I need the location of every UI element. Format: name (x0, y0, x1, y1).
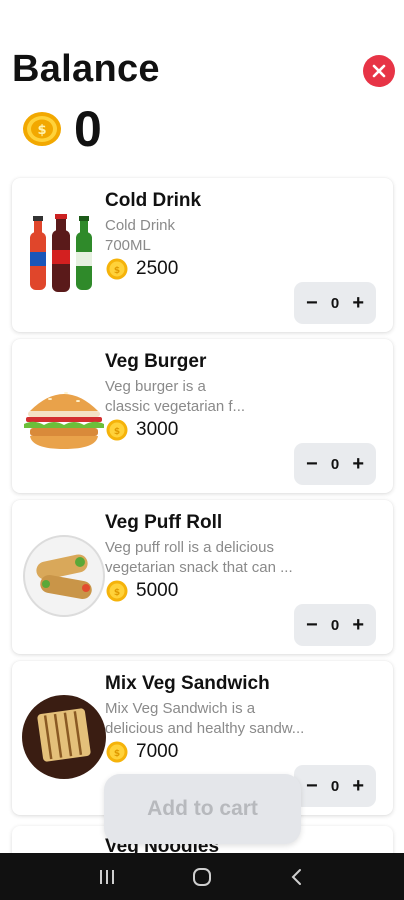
minus-button[interactable]: − (306, 615, 318, 635)
home-button[interactable] (187, 862, 217, 892)
coin-icon: $ (106, 419, 128, 441)
product-name: Veg Burger (105, 351, 207, 372)
quantity-stepper[interactable]: − 0 + (294, 604, 376, 646)
sandwich-icon (22, 695, 106, 779)
back-button[interactable] (282, 862, 312, 892)
product-price: $ 2500 (106, 258, 178, 280)
svg-text:$: $ (114, 749, 120, 759)
product-description: Cold Drink 700ML (105, 217, 176, 254)
coin-icon: $ (23, 112, 61, 146)
product-card[interactable]: Veg Burger Veg burger is a classic veget… (12, 339, 393, 493)
puff-roll-icon (23, 535, 105, 617)
quantity-stepper[interactable]: − 0 + (294, 282, 376, 324)
coin-icon: $ (106, 580, 128, 602)
close-button[interactable] (363, 55, 395, 87)
product-card[interactable]: Cold Drink Cold Drink 700ML $ 2500 − 0 + (12, 178, 393, 332)
product-price: $ 3000 (106, 419, 178, 441)
minus-button[interactable]: − (306, 776, 318, 796)
product-name: Cold Drink (105, 190, 202, 211)
plus-button[interactable]: + (352, 776, 364, 796)
coin-icon: $ (106, 258, 128, 280)
product-name: Mix Veg Sandwich (105, 673, 270, 694)
add-to-cart-button[interactable]: Add to cart (104, 774, 301, 844)
quantity-value: 0 (330, 455, 340, 473)
coin-icon: $ (106, 741, 128, 763)
balance-row: $ 0 (22, 104, 102, 154)
system-nav-bar (0, 853, 404, 900)
page-title: Balance (12, 48, 160, 90)
product-card[interactable]: Veg Puff Roll Veg puff roll is a delicio… (12, 500, 393, 654)
minus-button[interactable]: − (306, 293, 318, 313)
balance-value: 0 (74, 101, 102, 157)
quantity-value: 0 (330, 294, 340, 312)
quantity-value: 0 (330, 616, 340, 634)
quantity-value: 0 (330, 777, 340, 795)
recents-icon (100, 869, 115, 884)
minus-button[interactable]: − (306, 454, 318, 474)
product-description: Veg puff roll is a delicious vegetarian … (105, 539, 293, 576)
svg-text:$: $ (114, 266, 120, 276)
home-icon (192, 867, 211, 886)
plus-button[interactable]: + (352, 615, 364, 635)
product-name: Veg Puff Roll (105, 512, 223, 533)
product-price: $ 7000 (106, 741, 178, 763)
product-description: Mix Veg Sandwich is a delicious and heal… (105, 700, 305, 737)
recents-button[interactable] (92, 862, 122, 892)
product-price: $ 5000 (106, 580, 178, 602)
plus-button[interactable]: + (352, 454, 364, 474)
svg-text:$: $ (114, 427, 120, 437)
close-icon (372, 64, 386, 78)
cold-drink-bottles-icon (30, 214, 92, 292)
burger-icon (24, 392, 104, 449)
back-chevron-icon (291, 868, 301, 885)
svg-text:$: $ (114, 588, 120, 598)
product-description: Veg burger is a classic vegetarian f... (105, 378, 246, 415)
product-list: Cold Drink Cold Drink 700ML $ 2500 − 0 + (12, 178, 393, 822)
quantity-stepper[interactable]: − 0 + (294, 443, 376, 485)
plus-button[interactable]: + (352, 293, 364, 313)
svg-text:$: $ (37, 123, 46, 138)
screen: Balance $ 0 Cold Drink Cold Drink 700ML … (0, 0, 404, 900)
quantity-stepper[interactable]: − 0 + (294, 765, 376, 807)
